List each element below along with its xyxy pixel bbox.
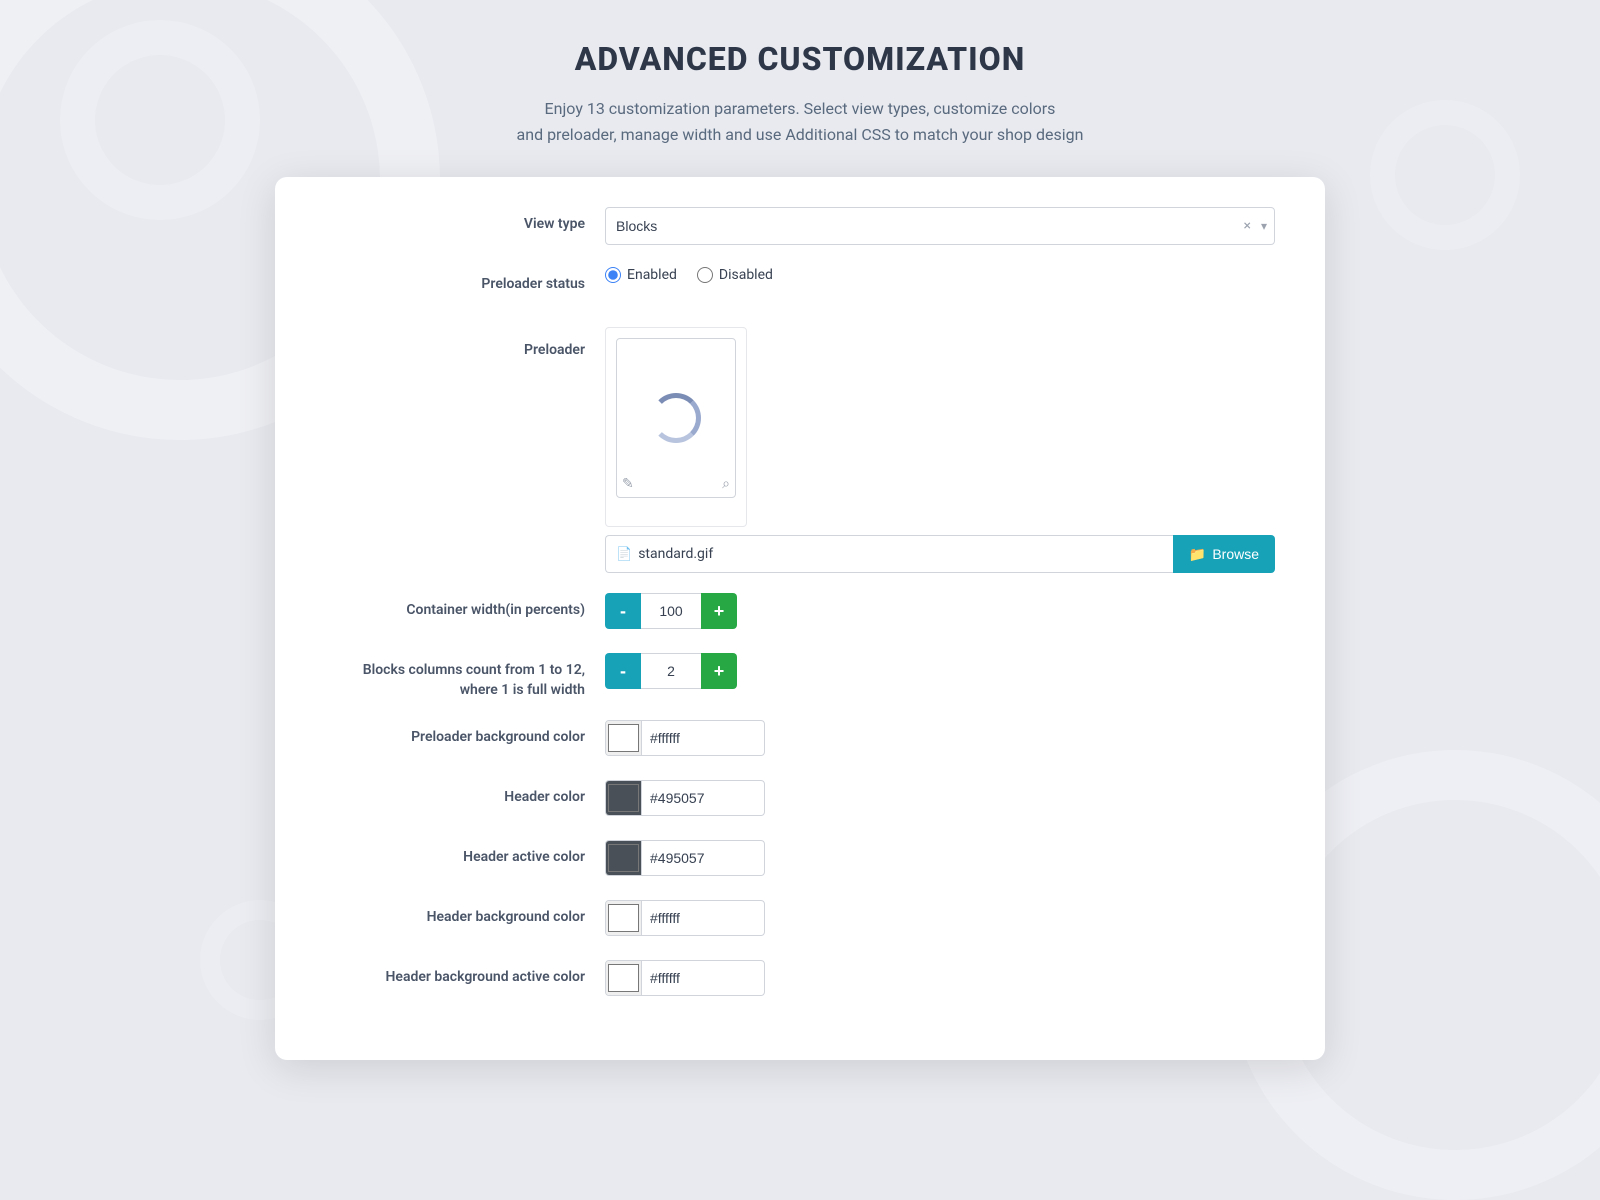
preloader-status-label: Preloader status	[325, 267, 605, 295]
main-form-card: View type Blocks List Grid × ▾ Preloader…	[275, 177, 1325, 1060]
header-color-wrapper	[605, 780, 765, 816]
blocks-columns-label: Blocks columns count from 1 to 12, where…	[325, 653, 605, 700]
image-zoom-icon[interactable]: ⌕	[722, 476, 730, 492]
file-input-wrapper: 📄 standard.gif 📁 Browse	[605, 535, 1275, 573]
header-bg-active-color-label: Header background active color	[325, 960, 605, 988]
preloader-status-radio-group: Enabled Disabled	[605, 267, 773, 283]
header-active-color-swatch[interactable]	[606, 840, 642, 876]
preloader-image-box: ✎ ⌕	[616, 338, 736, 498]
preloader-row: Preloader × ✎ ⌕ 📄 standard.gif	[325, 327, 1275, 573]
browse-icon: 📁	[1189, 546, 1206, 563]
container-width-control: - +	[605, 593, 1275, 629]
file-name-display: 📄 standard.gif	[605, 535, 1173, 573]
bg-decoration-1	[60, 20, 260, 220]
header-color-label: Header color	[325, 780, 605, 808]
view-type-control: Blocks List Grid × ▾	[605, 207, 1275, 245]
file-name-text: standard.gif	[638, 546, 713, 562]
preloader-bg-color-label: Preloader background color	[325, 720, 605, 748]
select-arrow-icon: ▾	[1261, 219, 1267, 233]
preloader-status-row: Preloader status Enabled Disabled	[325, 267, 1275, 307]
preloader-enabled-radio[interactable]	[605, 267, 621, 283]
container-width-stepper: - +	[605, 593, 737, 629]
view-type-row: View type Blocks List Grid × ▾	[325, 207, 1275, 247]
header-active-color-wrapper	[605, 840, 765, 876]
page-subtitle: Enjoy 13 customization parameters. Selec…	[517, 96, 1084, 147]
spinner-inner	[651, 393, 701, 443]
header-bg-active-color-wrapper	[605, 960, 765, 996]
container-width-plus[interactable]: +	[701, 593, 737, 629]
preloader-bg-color-text[interactable]	[642, 730, 765, 746]
page-title: ADVANCED CUSTOMIZATION	[517, 40, 1084, 78]
image-edit-icon[interactable]: ✎	[622, 476, 634, 492]
header-bg-color-text[interactable]	[642, 910, 765, 926]
header-bg-active-color-row: Header background active color	[325, 960, 1275, 1000]
select-clear-icon[interactable]: ×	[1244, 218, 1251, 234]
preloader-control: × ✎ ⌕ 📄 standard.gif 📁	[605, 327, 1275, 573]
header-bg-color-row: Header background color	[325, 900, 1275, 940]
header-bg-color-label: Header background color	[325, 900, 605, 928]
file-input-row: 📄 standard.gif 📁 Browse	[605, 535, 1275, 573]
blocks-columns-stepper: - +	[605, 653, 737, 689]
preloader-bg-color-row: Preloader background color	[325, 720, 1275, 760]
page-header: ADVANCED CUSTOMIZATION Enjoy 13 customiz…	[517, 40, 1084, 147]
view-type-select[interactable]: Blocks List Grid	[605, 207, 1275, 245]
container-width-input[interactable]	[641, 593, 701, 629]
header-active-color-control	[605, 840, 1275, 876]
blocks-columns-control: - +	[605, 653, 1275, 689]
blocks-columns-plus[interactable]: +	[701, 653, 737, 689]
preloader-status-control: Enabled Disabled	[605, 267, 1275, 283]
header-bg-active-color-control	[605, 960, 1275, 996]
header-color-text[interactable]	[642, 790, 765, 806]
file-icon: 📄	[616, 547, 632, 562]
header-bg-color-swatch[interactable]	[606, 900, 642, 936]
blocks-columns-row: Blocks columns count from 1 to 12, where…	[325, 653, 1275, 700]
header-bg-active-color-text[interactable]	[642, 970, 765, 986]
preloader-bg-color-swatch[interactable]	[606, 720, 642, 756]
header-bg-active-color-swatch[interactable]	[606, 960, 642, 996]
header-bg-color-control	[605, 900, 1275, 936]
container-width-minus[interactable]: -	[605, 593, 641, 629]
view-type-select-wrapper: Blocks List Grid × ▾	[605, 207, 1275, 245]
preloader-disabled-label[interactable]: Disabled	[697, 267, 773, 283]
preloader-bg-color-wrapper	[605, 720, 765, 756]
blocks-columns-minus[interactable]: -	[605, 653, 641, 689]
header-active-color-row: Header active color	[325, 840, 1275, 880]
view-type-label: View type	[325, 207, 605, 235]
container-width-row: Container width(in percents) - +	[325, 593, 1275, 633]
bg-decoration-2	[1370, 100, 1520, 250]
preloader-label: Preloader	[325, 327, 605, 361]
blocks-columns-input[interactable]	[641, 653, 701, 689]
header-color-swatch[interactable]	[606, 780, 642, 816]
container-width-label: Container width(in percents)	[325, 593, 605, 621]
header-active-color-text[interactable]	[642, 850, 765, 866]
preloader-enabled-label[interactable]: Enabled	[605, 267, 677, 283]
spinner	[651, 393, 701, 443]
browse-button[interactable]: 📁 Browse	[1173, 535, 1275, 573]
header-active-color-label: Header active color	[325, 840, 605, 868]
preloader-bg-color-control	[605, 720, 1275, 756]
header-color-row: Header color	[325, 780, 1275, 820]
header-bg-color-wrapper	[605, 900, 765, 936]
preloader-disabled-radio[interactable]	[697, 267, 713, 283]
preloader-upload-area: × ✎ ⌕	[605, 327, 747, 527]
header-color-control	[605, 780, 1275, 816]
